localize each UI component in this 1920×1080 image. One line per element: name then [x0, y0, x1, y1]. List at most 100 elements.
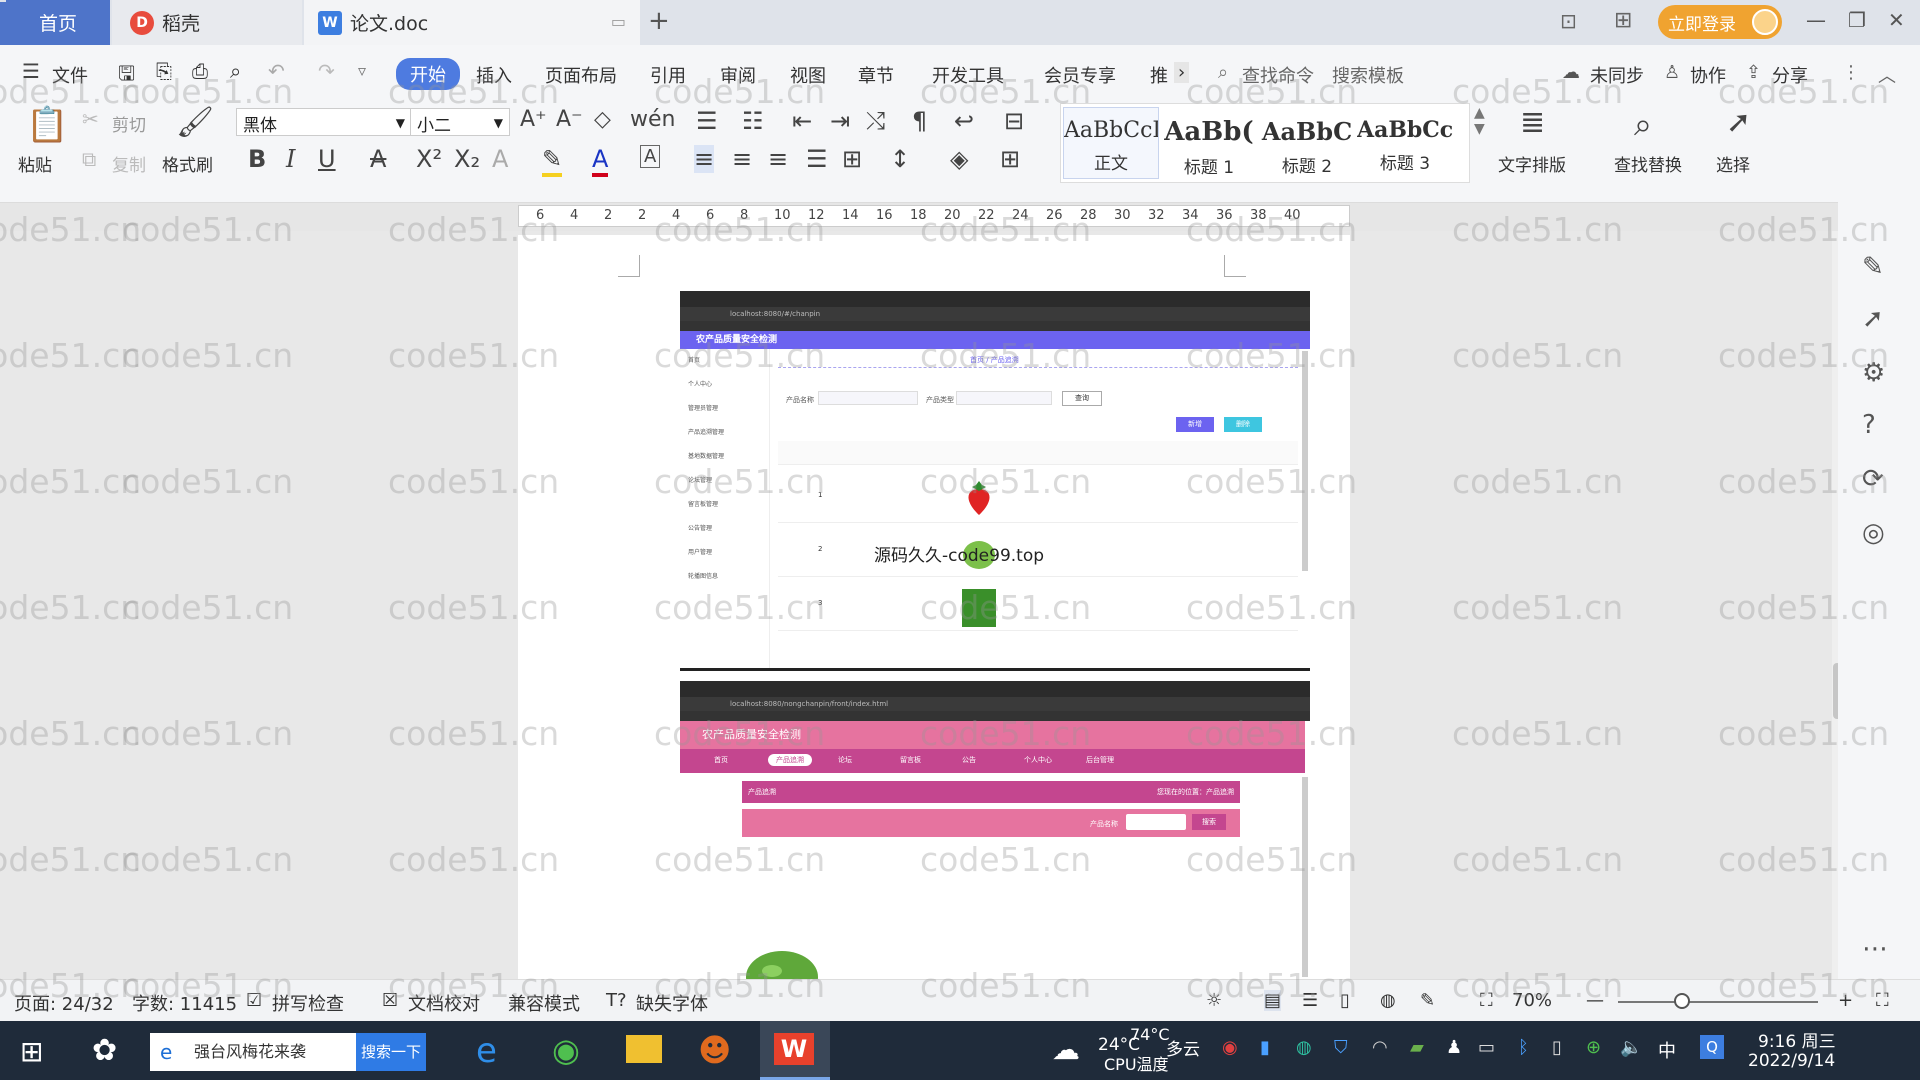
more-dots-icon[interactable]: ⋯ — [1862, 934, 1888, 964]
document-area[interactable]: localhost:8080/#/chanpin 农产品质量安全检测 首页 个人中… — [0, 231, 1838, 979]
volume-icon[interactable]: 🔈 — [1620, 1037, 1642, 1058]
preview-icon[interactable]: ⌕ — [230, 59, 241, 83]
text-layout-button[interactable]: 文字排版 — [1498, 151, 1566, 176]
pinyin-icon[interactable]: wén — [630, 107, 675, 132]
pinwheel-icon[interactable]: ✿ — [92, 1033, 117, 1068]
file-explorer-icon[interactable] — [626, 1035, 662, 1063]
grow-font-icon[interactable]: A⁺ — [520, 107, 547, 132]
menu-scroll-right-icon[interactable]: › — [1174, 62, 1190, 83]
tray-sync-icon[interactable]: ◍ — [1296, 1037, 1312, 1058]
menu-more[interactable]: 推 — [1150, 62, 1168, 88]
menu-hamburger-icon[interactable]: ☰ — [22, 59, 40, 83]
search-command[interactable]: 查找命令 — [1242, 62, 1314, 88]
font-name-select[interactable]: 黑体 ▼ — [236, 108, 412, 136]
compass-icon[interactable]: ◎ — [1862, 518, 1885, 548]
document-page[interactable]: localhost:8080/#/chanpin 农产品质量安全检测 首页 个人中… — [518, 235, 1350, 979]
style-normal[interactable]: AaBbCcI 正文 — [1063, 107, 1159, 179]
zoom-level[interactable]: 70% — [1512, 990, 1552, 1011]
clock-date[interactable]: 2022/9/14 — [1748, 1051, 1835, 1071]
browser-360-icon[interactable]: ◉ — [552, 1031, 580, 1069]
style-scroll-icon[interactable]: ▲ ▼ — [1474, 105, 1485, 137]
web-view-icon[interactable]: ◍ — [1380, 990, 1396, 1011]
menu-view[interactable]: 视图 — [790, 62, 826, 88]
spellcheck-button[interactable]: 拼写检查 — [272, 990, 344, 1016]
fullscreen-icon[interactable]: ⛶ — [1876, 990, 1889, 1011]
collapse-ribbon-icon[interactable]: ︿ — [1878, 62, 1896, 88]
text-effect-icon[interactable]: A — [492, 145, 508, 173]
backup-icon[interactable]: ⟳ — [1862, 464, 1884, 494]
customize-icon[interactable]: ▿ — [358, 61, 366, 80]
show-marks-icon[interactable]: ¶ — [912, 107, 927, 135]
menu-review[interactable]: 审阅 — [720, 62, 756, 88]
bold-icon[interactable]: B — [248, 145, 266, 173]
export-icon[interactable]: ⎘ — [156, 59, 172, 83]
undo-icon[interactable]: ↶ — [268, 59, 285, 83]
style-heading1[interactable]: AaBb(标题 1 — [1161, 107, 1257, 179]
tab-document[interactable]: W 论文.doc ▭ — [304, 0, 640, 45]
table-icon[interactable]: ⊟ — [1004, 107, 1024, 135]
menu-file[interactable]: 文件 — [52, 62, 88, 88]
subscript-icon[interactable]: X₂ — [454, 145, 480, 173]
missing-font-button[interactable]: 缺失字体 — [636, 990, 708, 1016]
word-count[interactable]: 字数: 11415 — [132, 990, 237, 1016]
sort-icon[interactable]: ⤭ — [866, 107, 885, 135]
restore-icon[interactable]: ❐ — [1848, 8, 1866, 32]
menu-page-layout[interactable]: 页面布局 — [545, 62, 617, 88]
copy-button[interactable]: 复制 — [112, 151, 146, 176]
taskbar-search-box[interactable]: e 强台风梅花来袭 — [150, 1033, 356, 1071]
font-color-icon[interactable]: A — [592, 145, 609, 177]
save-icon[interactable]: 🖫 — [118, 59, 135, 93]
bluetooth-icon[interactable]: ᛒ — [1518, 1037, 1529, 1058]
style-heading3[interactable]: AaBbCcI 标题 3 — [1357, 107, 1453, 179]
page-counter[interactable]: 页面: 24/32 — [14, 990, 114, 1016]
align-right-icon[interactable]: ≡ — [768, 145, 788, 173]
tray-q-icon[interactable]: Q — [1700, 1035, 1724, 1059]
redo-icon[interactable]: ↷ — [318, 59, 335, 83]
sync-status[interactable]: 未同步 — [1590, 62, 1644, 88]
borders-icon[interactable]: ⊞ — [1000, 145, 1020, 173]
strikethrough-icon[interactable]: A — [370, 145, 386, 173]
fit-page-icon[interactable]: ⛶ — [1480, 990, 1493, 1011]
superscript-icon[interactable]: X² — [416, 145, 442, 173]
underline-icon[interactable]: U — [318, 145, 336, 173]
windows-start-icon[interactable]: ⊞ — [20, 1035, 43, 1068]
tray-usb-icon[interactable]: ▮ — [1260, 1037, 1270, 1058]
tray-nvidia-icon[interactable]: ▰ — [1410, 1037, 1424, 1058]
minimize-icon[interactable]: — — [1806, 8, 1826, 32]
new-tab-icon[interactable]: + — [648, 6, 670, 36]
eye-protect-icon[interactable]: ☼ — [1206, 990, 1222, 1011]
monitor-icon[interactable]: ▭ — [611, 12, 626, 31]
ruler[interactable]: 6 4 2 2 4 6 8 10 12 14 16 18 20 22 24 26 28 30 32 34 36 38 40 — [0, 203, 1920, 231]
align-left-icon[interactable]: ≡ — [694, 145, 715, 173]
read-view-icon[interactable]: ▯ — [1340, 990, 1350, 1011]
increase-indent-icon[interactable]: ⇥ — [830, 107, 850, 135]
layout-icon[interactable]: ⊡ — [1560, 9, 1577, 33]
pointer-icon[interactable]: ➚ — [1862, 304, 1884, 334]
tray-shield-icon[interactable]: ⛉ — [1334, 1037, 1348, 1058]
tray-app-icon[interactable]: ◉ — [1222, 1037, 1238, 1058]
decrease-indent-icon[interactable]: ⇤ — [792, 107, 812, 135]
line-spacing-icon[interactable]: ↕ — [890, 145, 910, 173]
app-mascot-icon[interactable]: ☻ — [698, 1031, 731, 1069]
tray-wifi-icon[interactable]: ◠ — [1372, 1037, 1388, 1058]
login-button[interactable]: 立即登录 — [1658, 5, 1782, 39]
adjust-icon[interactable]: ⚙ — [1862, 358, 1885, 388]
tray-green-icon[interactable]: ⊕ — [1586, 1037, 1601, 1058]
tray-battery-icon[interactable]: ▭ — [1478, 1037, 1495, 1058]
shading-icon[interactable]: ◈ — [950, 145, 968, 173]
tray-device-icon[interactable]: ▯ — [1552, 1037, 1562, 1058]
write-view-icon[interactable]: ✎ — [1420, 990, 1435, 1011]
text-direction-icon[interactable]: ↩ — [954, 107, 974, 135]
zoom-in-icon[interactable]: + — [1838, 990, 1853, 1011]
menu-chapter[interactable]: 章节 — [858, 62, 894, 88]
tab-daoke[interactable]: D 稻壳 — [112, 0, 302, 45]
tab-home[interactable]: 首页 — [6, 0, 110, 45]
collab-button[interactable]: 协作 — [1690, 62, 1726, 88]
menu-references[interactable]: 引用 — [650, 62, 686, 88]
clear-format-icon[interactable]: ◇ — [594, 107, 611, 132]
font-size-select[interactable]: 小二 ▼ — [410, 108, 510, 136]
help-icon[interactable]: ? — [1862, 410, 1876, 440]
style-heading2[interactable]: AaBbC 标题 2 — [1259, 107, 1355, 179]
print-icon[interactable]: ⎙ — [192, 59, 208, 83]
menu-dev-tools[interactable]: 开发工具 — [932, 62, 1004, 88]
